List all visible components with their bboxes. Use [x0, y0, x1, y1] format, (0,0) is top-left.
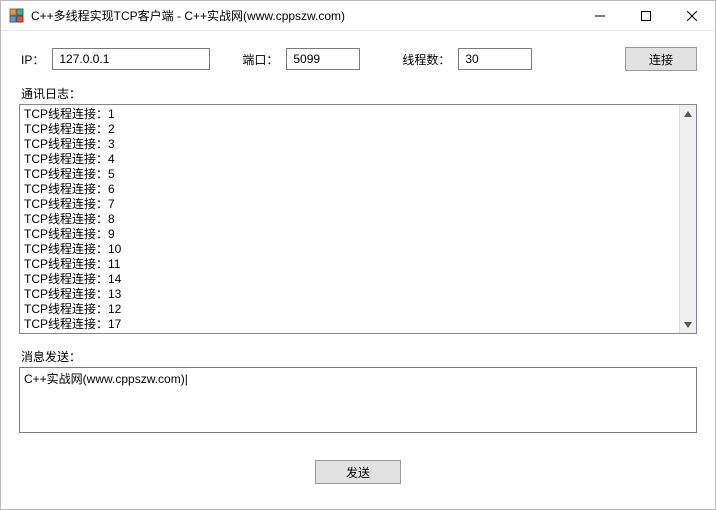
scroll-up-icon[interactable] [680, 105, 696, 122]
ip-input[interactable] [52, 48, 210, 70]
send-row: 发送 [19, 460, 697, 484]
port-label: 端口： [242, 51, 278, 68]
message-input[interactable] [19, 367, 697, 433]
content-area: IP： 端口： 线程数： 连接 通讯日志： TCP线程连接：1 TCP线程连接：… [1, 31, 715, 502]
log-label: 通讯日志： [21, 85, 697, 102]
titlebar: C++多线程实现TCP客户端 - C++实战网(www.cppszw.com) [1, 1, 715, 31]
window-title: C++多线程实现TCP客户端 - C++实战网(www.cppszw.com) [31, 7, 577, 24]
app-icon [9, 8, 25, 24]
log-content[interactable]: TCP线程连接：1 TCP线程连接：2 TCP线程连接：3 TCP线程连接：4 … [20, 105, 679, 333]
connection-row: IP： 端口： 线程数： 连接 [19, 47, 697, 71]
scroll-down-icon[interactable] [680, 316, 696, 333]
log-scrollbar[interactable] [679, 105, 696, 333]
msg-label: 消息发送： [21, 348, 697, 365]
connect-button[interactable]: 连接 [625, 47, 697, 71]
close-button[interactable] [669, 1, 715, 31]
port-input[interactable] [286, 48, 360, 70]
threads-label: 线程数： [402, 51, 450, 68]
send-button[interactable]: 发送 [315, 460, 401, 484]
log-box: TCP线程连接：1 TCP线程连接：2 TCP线程连接：3 TCP线程连接：4 … [19, 104, 697, 334]
maximize-button[interactable] [623, 1, 669, 31]
minimize-button[interactable] [577, 1, 623, 31]
threads-input[interactable] [458, 48, 532, 70]
ip-label: IP： [21, 51, 44, 68]
